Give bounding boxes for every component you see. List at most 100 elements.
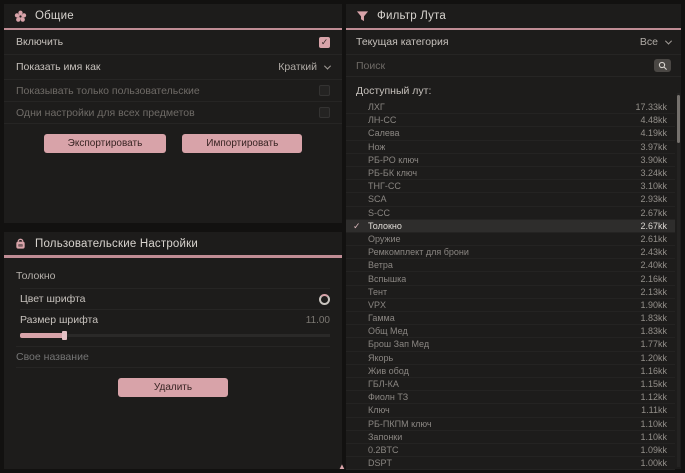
loot-item-name: Салева: [368, 128, 400, 138]
delete-button[interactable]: Удалить: [118, 378, 228, 397]
category-row: Текущая категория Все: [346, 30, 681, 55]
loot-item-value: 1.09kk: [640, 445, 667, 455]
loot-item-name: Толокно: [368, 221, 402, 231]
loot-item-row[interactable]: Якорь 1.20kk: [346, 352, 675, 365]
loot-item-row[interactable]: Гамма 1.83kk: [346, 312, 675, 325]
loot-item-row[interactable]: ЛН-СС4.48kk: [346, 114, 675, 127]
loot-item-value: 1.10kk: [640, 432, 667, 442]
loot-item-name: Брош Зап Мед: [368, 339, 429, 349]
loot-item-row[interactable]: ✓Толокно2.67kk: [346, 220, 675, 233]
loot-item-name: Жив обод: [368, 366, 409, 376]
loot-item-row[interactable]: Ремкомплект для брони2.43kk: [346, 246, 675, 259]
selected-check-icon: ✓: [353, 221, 361, 232]
loot-item-row[interactable]: РБ-БК ключ 3.24kk: [346, 167, 675, 180]
loot-item-row[interactable]: Жив обод1.16kk: [346, 365, 675, 378]
loot-item-value: 1.20kk: [640, 353, 667, 363]
search-row: [346, 55, 681, 77]
loot-item-row[interactable]: S-CC2.67kk: [346, 207, 675, 220]
loot-item-row[interactable]: SCA 2.93kk: [346, 193, 675, 206]
collapse-arrow-icon[interactable]: ▲: [338, 463, 346, 471]
selected-item-label: Толокно: [16, 270, 56, 282]
only-custom-checkbox[interactable]: [319, 85, 330, 96]
loot-item-row[interactable]: ТНГ-СС3.10kk: [346, 180, 675, 193]
font-size-row: Размер шрифта 11.00: [20, 309, 330, 330]
loot-item-row[interactable]: Нож3.97kk: [346, 141, 675, 154]
category-value: Все: [640, 36, 658, 48]
loot-item-value: 1.90kk: [640, 300, 667, 310]
loot-item-name: Фиолн ТЗ: [368, 392, 408, 402]
loot-item-name: Нож: [368, 142, 385, 152]
custom-name-row: [16, 346, 330, 368]
export-button[interactable]: Экспортировать: [44, 134, 167, 153]
filter-panel-header: Фильтр Лута: [346, 4, 681, 30]
loot-item-row[interactable]: Брош Зап Мед 1.77kk: [346, 338, 675, 351]
loot-item-value: 2.13kk: [640, 287, 667, 297]
loot-item-name: Общ Мед: [368, 326, 408, 336]
custom-panel-title: Пользовательские Настройки: [35, 238, 198, 250]
loot-item-name: РБ-БК ключ: [368, 168, 417, 178]
custom-name-input[interactable]: [16, 351, 330, 363]
loot-item-row[interactable]: ЛХГ17.33kk: [346, 101, 675, 114]
general-settings-panel: Общие Включить ✓ Показать имя как Кратки…: [4, 4, 342, 223]
import-button[interactable]: Импортировать: [182, 134, 302, 153]
loot-item-row[interactable]: Ключ1.11kk: [346, 404, 675, 417]
loot-item-row[interactable]: VPX1.90kk: [346, 299, 675, 312]
available-loot-row: Доступный лут:: [346, 77, 681, 101]
name-display-value: Краткий: [278, 61, 317, 73]
loot-item-value: 4.48kk: [640, 115, 667, 125]
loot-item-value: 17.33kk: [635, 102, 667, 112]
font-size-slider[interactable]: [20, 330, 330, 340]
name-display-dropdown[interactable]: Краткий: [278, 61, 330, 73]
loot-item-row[interactable]: DSPT 1.00kk: [346, 457, 675, 470]
loot-item-name: Якорь: [368, 353, 393, 363]
loot-item-name: S-CC: [368, 208, 390, 218]
loot-item-row[interactable]: Тент2.13kk: [346, 286, 675, 299]
loot-item-row[interactable]: 0.2BTC1.09kk: [346, 444, 675, 457]
same-settings-label: Одни настройки для всех предметов: [16, 107, 195, 119]
loot-item-row[interactable]: ГБЛ-КА1.15kk: [346, 378, 675, 391]
loot-item-name: ГБЛ-КА: [368, 379, 399, 389]
loot-item-value: 1.83kk: [640, 313, 667, 323]
loot-item-value: 2.43kk: [640, 247, 667, 257]
loot-item-row[interactable]: РБ-РО ключ3.90kk: [346, 154, 675, 167]
scrollbar-thumb[interactable]: [677, 95, 680, 143]
enable-checkbox[interactable]: ✓: [319, 37, 330, 48]
loot-item-row[interactable]: Фиолн ТЗ 1.12kk: [346, 391, 675, 404]
loot-item-row[interactable]: Общ Мед1.83kk: [346, 325, 675, 338]
loot-list: ЛХГ17.33kkЛН-СС4.48kkСалева4.19kkНож3.97…: [346, 101, 675, 470]
same-settings-checkbox[interactable]: [319, 107, 330, 118]
loot-item-value: 1.00kk: [640, 458, 667, 468]
loot-item-name: Вспышка: [368, 274, 406, 284]
search-input[interactable]: [356, 60, 654, 72]
loot-item-name: DSPT: [368, 458, 392, 468]
search-icon[interactable]: [654, 59, 671, 72]
chevron-down-icon: [665, 37, 672, 44]
font-size-label: Размер шрифта: [20, 314, 98, 326]
loot-item-value: 1.77kk: [640, 339, 667, 349]
chevron-down-icon: [324, 62, 331, 69]
category-dropdown[interactable]: Все: [640, 36, 671, 48]
loot-item-row[interactable]: Салева4.19kk: [346, 127, 675, 140]
loot-item-name: SCA: [368, 194, 387, 204]
loot-item-name: РБ-ПКПМ ключ: [368, 419, 432, 429]
loot-item-row[interactable]: Ветра2.40kk: [346, 259, 675, 272]
font-color-label: Цвет шрифта: [20, 293, 86, 305]
only-custom-label: Показывать только пользовательские: [16, 85, 200, 97]
loot-item-row[interactable]: РБ-ПКПМ ключ 1.10kk: [346, 418, 675, 431]
custom-panel-header: Пользовательские Настройки: [4, 232, 342, 258]
general-panel-title: Общие: [35, 10, 74, 22]
slider-handle[interactable]: [62, 331, 67, 340]
loot-item-row[interactable]: Вспышка2.16kk: [346, 272, 675, 285]
loot-item-value: 1.12kk: [640, 392, 667, 402]
loot-item-name: Гамма: [368, 313, 395, 323]
loot-item-row[interactable]: Запонки1.10kk: [346, 431, 675, 444]
loot-item-value: 3.24kk: [640, 168, 667, 178]
loot-item-row[interactable]: Оружие2.61kk: [346, 233, 675, 246]
export-import-row: Экспортировать Импортировать: [4, 124, 342, 153]
loot-item-value: 2.61kk: [640, 234, 667, 244]
loot-item-name: РБ-РО ключ: [368, 155, 419, 165]
loot-item-value: 1.10kk: [640, 419, 667, 429]
loot-item-value: 2.93kk: [640, 194, 667, 204]
color-picker-icon[interactable]: [319, 294, 330, 305]
loot-filter-panel: Фильтр Лута Текущая категория Все Доступ…: [346, 4, 681, 469]
